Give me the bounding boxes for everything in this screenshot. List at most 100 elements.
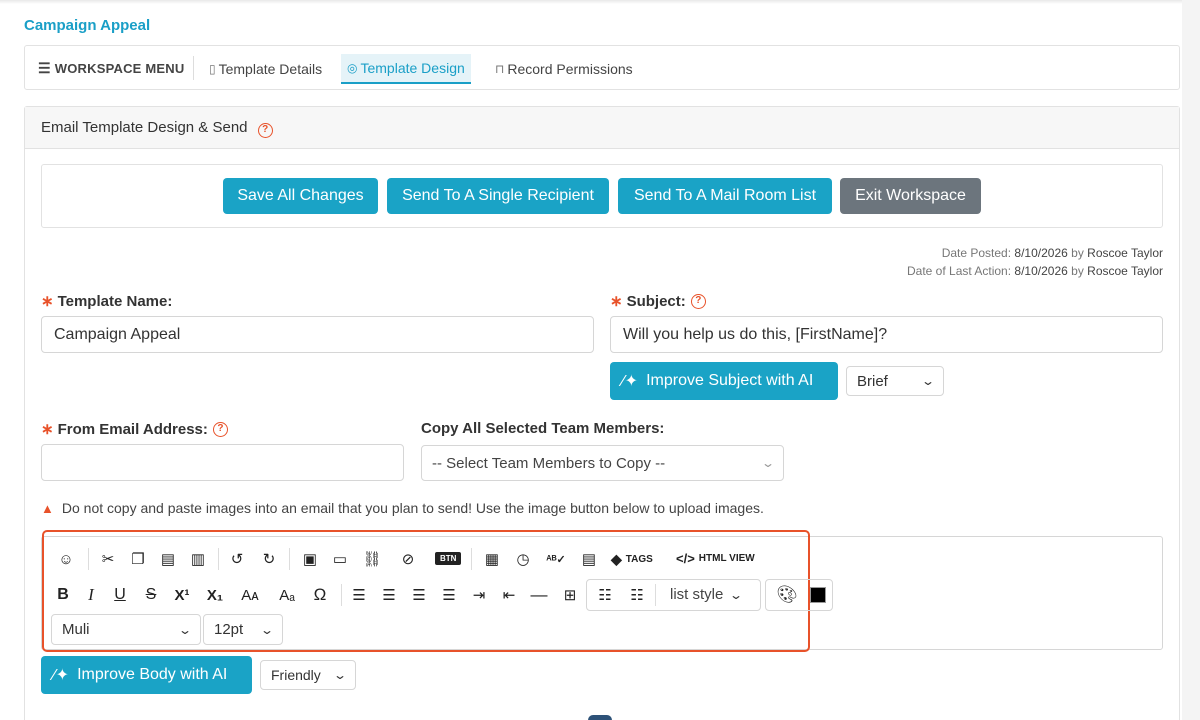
clock-icon[interactable]: ◷ <box>510 546 536 572</box>
magic-wand-icon: ⁄✦ <box>53 667 70 684</box>
bold-icon[interactable]: B <box>50 582 76 608</box>
help-icon[interactable]: ? <box>212 421 228 437</box>
save-all-changes-button[interactable]: Save All Changes <box>223 178 378 214</box>
pdf-icon[interactable]: ▤ <box>576 546 602 572</box>
tab-template-details[interactable]: ▯ Template Details <box>203 54 328 84</box>
tags-label: TAGS <box>625 554 653 565</box>
palette-icon: ◎ <box>347 61 358 75</box>
subject-input[interactable]: Will you help us do this, [FirstName]? <box>610 316 1163 353</box>
toolbar-divider <box>341 584 342 606</box>
indent-icon[interactable]: ⇥ <box>466 582 492 608</box>
date-posted: Date Posted: 8/10/2026 by Roscoe Taylor <box>942 246 1163 260</box>
tab-label: Template Design <box>360 60 465 76</box>
subject-label: ∗ Subject: ? <box>610 292 706 310</box>
toolbar-divider <box>88 548 89 570</box>
unlink-icon[interactable]: ⊘ <box>395 546 421 572</box>
template-name-input[interactable]: Campaign Appeal <box>41 316 594 353</box>
subject-tone-select[interactable]: Brief ⌄ <box>846 366 944 396</box>
font-family-select[interactable]: Muli ⌄ <box>51 614 201 645</box>
subscript-icon[interactable]: X₁ <box>202 582 228 608</box>
chevron-down-icon: ⌄ <box>259 622 275 637</box>
html-view-button[interactable]: </> HTML VIEW <box>676 551 755 566</box>
date-last-action: Date of Last Action: 8/10/2026 by Roscoe… <box>907 264 1163 278</box>
font-size-value: 12pt <box>214 621 244 638</box>
toolbar-divider <box>289 548 290 570</box>
html-view-label: HTML VIEW <box>698 553 755 564</box>
copy-icon[interactable]: ❐ <box>125 546 151 572</box>
tab-label: Template Details <box>218 61 323 77</box>
improve-subject-label: Improve Subject with AI <box>646 372 814 389</box>
required-asterisk: ∗ <box>610 293 623 310</box>
omega-icon[interactable]: Ω <box>307 582 333 608</box>
redo-icon[interactable]: ↻ <box>256 546 282 572</box>
paste-icon[interactable]: ▤ <box>155 546 181 572</box>
font-size-select[interactable]: 12pt ⌄ <box>203 614 283 645</box>
code-icon: </> <box>676 551 695 566</box>
list-style-select[interactable]: list style ⌄ <box>670 586 744 603</box>
underline-icon[interactable]: U <box>107 582 133 608</box>
from-email-input[interactable] <box>41 444 404 481</box>
undo-icon[interactable]: ↺ <box>224 546 250 572</box>
page-title: Campaign Appeal <box>24 17 151 34</box>
improve-subject-ai-button[interactable]: ⁄✦ Improve Subject with AI <box>610 362 838 400</box>
align-right-icon[interactable]: ☰ <box>406 582 432 608</box>
chevron-down-icon: ⌄ <box>729 587 744 602</box>
text-color-swatch[interactable] <box>810 587 826 603</box>
last-action-label: Date of Last Action: <box>907 264 1012 278</box>
send-single-recipient-button[interactable]: Send To A Single Recipient <box>387 178 609 214</box>
link-icon[interactable]: ⛓ <box>359 546 385 572</box>
posted-by-name: Roscoe Taylor <box>1087 246 1163 260</box>
calendar-icon[interactable]: ▦ <box>479 546 505 572</box>
align-center-icon[interactable]: ☰ <box>376 582 402 608</box>
help-icon[interactable]: ? <box>690 293 706 309</box>
superscript-icon[interactable]: X¹ <box>169 582 195 608</box>
help-icon[interactable]: ? <box>257 122 273 138</box>
date-posted-label: Date Posted: <box>941 246 1012 260</box>
logo-partial <box>588 715 612 720</box>
panel-title-wrap: Email Template Design & Send ? <box>41 119 273 138</box>
font-size-down-icon[interactable]: Aₐ <box>274 582 300 608</box>
table-icon[interactable]: ⊞ <box>557 582 583 608</box>
workspace-menu-label: WORKSPACE MENU <box>54 61 185 76</box>
outdent-icon[interactable]: ⇤ <box>496 582 522 608</box>
document-icon[interactable]: ▭ <box>327 546 353 572</box>
body-tone-select[interactable]: Friendly ⌄ <box>260 660 356 690</box>
italic-icon[interactable]: I <box>78 582 104 608</box>
toolbar-divider <box>218 548 219 570</box>
insert-button-icon[interactable]: BTN <box>435 552 462 565</box>
exit-workspace-button[interactable]: Exit Workspace <box>840 178 981 214</box>
align-left-icon[interactable]: ☰ <box>346 582 372 608</box>
paste-text-icon[interactable]: ▥ <box>185 546 211 572</box>
subject-tone-value: Brief <box>857 372 888 390</box>
align-justify-icon[interactable]: ☰ <box>436 582 462 608</box>
font-size-up-icon[interactable]: Aᴀ <box>237 582 263 608</box>
last-action-by-name: Roscoe Taylor <box>1087 264 1163 278</box>
chevron-down-icon: ⌄ <box>177 622 193 637</box>
horizontal-rule-icon[interactable]: — <box>526 582 552 608</box>
image-warning: ▲ Do not copy and paste images into an e… <box>41 500 764 516</box>
cut-icon[interactable]: ✂ <box>95 546 121 572</box>
team-members-select[interactable]: -- Select Team Members to Copy -- ⌄ <box>421 445 784 481</box>
warning-text: Do not copy and paste images into an ema… <box>61 500 764 516</box>
clipboard-icon: ▯ <box>209 62 216 76</box>
workspace-menu-button[interactable]: ☰ WORKSPACE MENU <box>38 60 184 77</box>
subject-label-text: Subject: <box>626 292 686 310</box>
image-icon[interactable]: ▣ <box>297 546 323 572</box>
tab-template-design[interactable]: ◎ Template Design <box>341 54 471 84</box>
bullet-list-icon[interactable]: ☷ <box>592 582 618 608</box>
emoji-icon[interactable]: ☺ <box>53 546 79 572</box>
strikethrough-icon[interactable]: S <box>138 582 164 608</box>
improve-body-label: Improve Body with AI <box>77 666 228 683</box>
tags-button[interactable]: ◆ TAGS <box>611 551 653 568</box>
palette-icon[interactable]: 🎨︎ <box>774 582 800 608</box>
toolbar-divider <box>471 548 472 570</box>
tab-record-permissions[interactable]: ⊓ Record Permissions <box>489 54 639 84</box>
spellcheck-icon[interactable]: ᴬᴮ✓ <box>543 546 569 572</box>
tag-icon: ◆ <box>611 551 622 567</box>
numbered-list-icon[interactable]: ☷ <box>624 582 650 608</box>
send-mail-room-list-button[interactable]: Send To A Mail Room List <box>618 178 832 214</box>
improve-body-ai-button[interactable]: ⁄✦ Improve Body with AI <box>41 656 252 694</box>
scrollbar-track[interactable] <box>1182 0 1200 720</box>
copy-team-label: Copy All Selected Team Members: <box>421 420 665 437</box>
from-email-label: ∗ From Email Address: ? <box>41 420 228 438</box>
